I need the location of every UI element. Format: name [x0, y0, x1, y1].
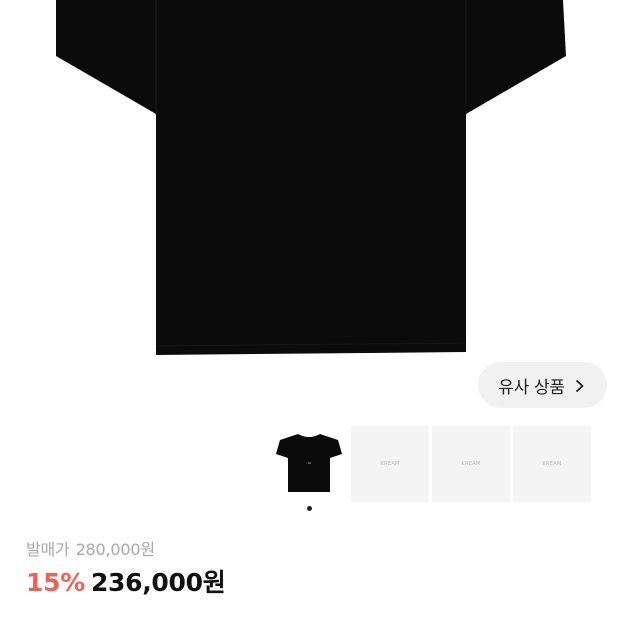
thumbnail-pagination — [307, 506, 312, 511]
sale-price: 236,000원 — [90, 568, 226, 597]
discount-rate: 15% — [26, 568, 85, 597]
thumbnail-1[interactable] — [270, 426, 348, 502]
thumbnail-2[interactable]: KREAM — [351, 426, 429, 502]
product-main-image[interactable] — [0, 0, 620, 360]
release-price-value: 280,000원 — [75, 540, 155, 559]
chevron-right-icon — [573, 378, 587, 392]
thumbnail-brand-text: KREAM — [542, 461, 562, 467]
release-price: 발매가 280,000원 — [26, 536, 155, 560]
similar-products-label: 유사 상품 — [498, 377, 565, 398]
release-price-label: 발매가 — [26, 540, 70, 559]
pagination-dot-active — [307, 506, 312, 511]
sale-price-row: 15% 236,000원 — [26, 563, 226, 599]
similar-products-button[interactable]: 유사 상품 — [478, 362, 607, 408]
thumbnail-3[interactable]: KREAM — [432, 426, 510, 502]
thumbnail-brand-text: KREAM — [461, 461, 481, 467]
thumbnail-4[interactable]: KREAM — [513, 426, 591, 502]
black-tshirt-image — [56, 0, 566, 355]
product-detail-page: 유사 상품 KREAM KREAM KREAM 발매가 280,000원 15%… — [0, 0, 620, 620]
black-tshirt-thumbnail — [276, 434, 342, 492]
thumbnail-strip: KREAM KREAM KREAM — [270, 426, 591, 502]
thumbnail-brand-text: KREAM — [380, 461, 400, 467]
